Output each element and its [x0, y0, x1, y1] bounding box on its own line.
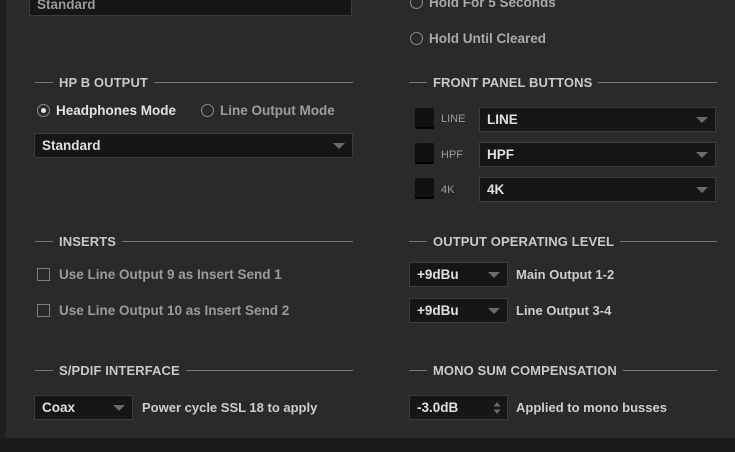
chevron-down-icon [333, 142, 345, 149]
front-panel-line-select[interactable]: LINE [479, 107, 716, 132]
front-panel-button-4k[interactable] [415, 177, 434, 197]
spdif-interface-title-text: S/PDIF INTERFACE [59, 362, 180, 378]
mono-sum-note: Applied to mono busses [516, 400, 667, 415]
main-output-label: Main Output 1-2 [516, 267, 615, 282]
bottom-strip [0, 438, 735, 452]
radio-selected-icon [37, 104, 50, 117]
insert-send-1-label: Use Line Output 9 as Insert Send 1 [59, 267, 282, 282]
front-panel-buttons-title: FRONT PANEL BUTTONS [409, 74, 717, 90]
radio-icon [201, 104, 214, 117]
front-panel-button-hpf[interactable] [415, 142, 434, 162]
chevron-down-icon [488, 307, 500, 314]
divider [598, 81, 717, 83]
radio-icon [410, 0, 423, 9]
checkbox-icon [37, 268, 50, 281]
spdif-select-value: Coax [42, 400, 76, 415]
chevron-down-icon [488, 271, 500, 278]
spdif-interface-title: S/PDIF INTERFACE [35, 362, 353, 378]
inserts-title-text: INSERTS [59, 233, 117, 249]
main-output-level-value: +9dBu [417, 267, 459, 282]
spdif-select[interactable]: Coax [34, 395, 133, 420]
mono-sum-compensation-title-text: MONO SUM COMPENSATION [433, 362, 617, 378]
hp-b-output-title: HP B OUTPUT [35, 74, 353, 90]
hp-b-standard-select-value: Standard [42, 138, 101, 153]
insert-send-2-checkbox[interactable]: Use Line Output 10 as Insert Send 2 [37, 303, 289, 318]
main-output-level-select[interactable]: +9dBu [409, 262, 508, 287]
hold-until-cleared-radio[interactable]: Hold Until Cleared [410, 31, 546, 46]
headphones-mode-label: Headphones Mode [56, 103, 177, 118]
front-panel-button-hpf-label: HPF [441, 149, 463, 161]
divider [622, 369, 717, 371]
line-output-level-select[interactable]: +9dBu [409, 298, 508, 323]
divider [409, 369, 427, 371]
divider [153, 81, 353, 83]
headphones-mode-radio[interactable]: Headphones Mode [37, 103, 176, 118]
divider [409, 240, 427, 242]
top-standard-select-value: Standard [37, 0, 96, 12]
settings-panel [6, 0, 735, 452]
front-panel-hpf-select-value: HPF [487, 147, 514, 162]
radio-icon [410, 32, 423, 45]
mono-sum-value: -3.0dB [417, 400, 459, 415]
chevron-down-icon [696, 186, 708, 193]
chevron-down-icon [696, 151, 708, 158]
spdif-note: Power cycle SSL 18 to apply [142, 400, 318, 415]
front-panel-hpf-select[interactable]: HPF [479, 142, 716, 167]
front-panel-button-line-label: LINE [441, 113, 466, 125]
chevron-down-icon [696, 116, 708, 123]
chevron-down-icon [113, 404, 125, 411]
divider [35, 81, 53, 83]
mono-sum-compensation-title: MONO SUM COMPENSATION [409, 362, 717, 378]
front-panel-button-line[interactable] [415, 107, 434, 127]
line-output-mode-radio[interactable]: Line Output Mode [201, 103, 335, 118]
line-output-level-value: +9dBu [417, 303, 459, 318]
divider [620, 240, 717, 242]
output-operating-level-title: OUTPUT OPERATING LEVEL [409, 233, 717, 249]
hp-b-standard-select[interactable]: Standard [34, 133, 353, 158]
hp-b-output-title-text: HP B OUTPUT [59, 74, 148, 90]
divider [185, 369, 353, 371]
output-operating-level-title-text: OUTPUT OPERATING LEVEL [433, 233, 615, 249]
divider [122, 240, 353, 242]
hold-5-seconds-label: Hold For 5 Seconds [429, 0, 556, 10]
divider [35, 240, 53, 242]
hold-5-seconds-radio[interactable]: Hold For 5 Seconds [410, 0, 556, 10]
mono-sum-stepper[interactable]: -3.0dB [409, 395, 508, 420]
stepper-arrows-icon[interactable] [493, 401, 501, 415]
front-panel-line-select-value: LINE [487, 112, 518, 127]
front-panel-button-4k-label: 4K [441, 184, 455, 196]
top-standard-select[interactable]: Standard [29, 0, 352, 16]
line-output-label: Line Output 3-4 [516, 303, 612, 318]
front-panel-4k-select-value: 4K [487, 182, 505, 197]
insert-send-2-label: Use Line Output 10 as Insert Send 2 [59, 303, 290, 318]
checkbox-icon [37, 304, 50, 317]
line-output-mode-label: Line Output Mode [220, 103, 335, 118]
front-panel-4k-select[interactable]: 4K [479, 177, 716, 202]
inserts-title: INSERTS [35, 233, 353, 249]
insert-send-1-checkbox[interactable]: Use Line Output 9 as Insert Send 1 [37, 267, 282, 282]
divider [409, 81, 427, 83]
hold-until-cleared-label: Hold Until Cleared [429, 31, 547, 46]
divider [35, 369, 53, 371]
front-panel-buttons-title-text: FRONT PANEL BUTTONS [433, 74, 593, 90]
